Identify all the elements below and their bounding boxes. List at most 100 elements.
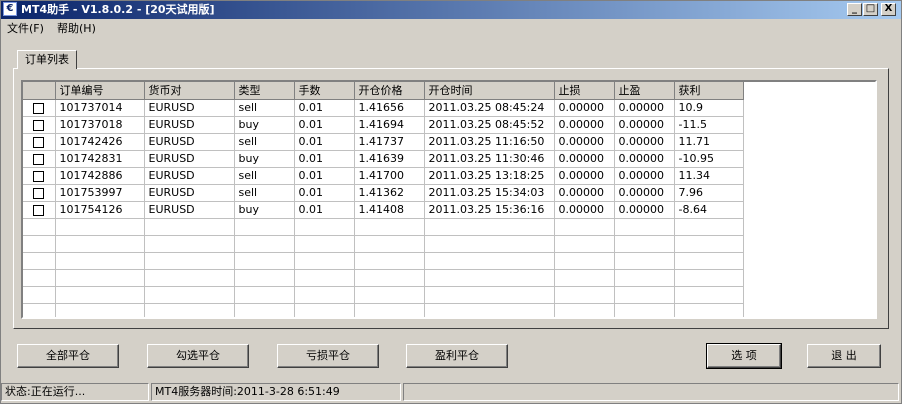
cell-lots: 0.01: [294, 184, 355, 202]
menu-help[interactable]: 帮助(H): [55, 21, 98, 37]
cell-open-time: 2011.03.25 13:18:25: [424, 167, 555, 185]
column-header-open-time[interactable]: 开仓时间: [424, 82, 555, 100]
main-window: € MT4助手 - V1.8.0.2 - [20天试用版] _ □ X 文件(F…: [0, 0, 902, 404]
maximize-button[interactable]: □: [863, 3, 878, 16]
row-checkbox[interactable]: [33, 136, 45, 148]
row-checkbox[interactable]: [33, 204, 45, 216]
row-checkbox[interactable]: [33, 153, 45, 165]
table-row[interactable]: [23, 269, 744, 287]
cell-type: sell: [234, 167, 295, 185]
tab-order-list[interactable]: 订单列表: [17, 50, 77, 69]
table-row[interactable]: [23, 286, 744, 304]
cell-symbol: [144, 303, 235, 317]
row-select-cell: [23, 252, 56, 270]
column-header-order-id[interactable]: 订单编号: [55, 82, 145, 100]
cell-type: sell: [234, 99, 295, 117]
cell-order-id: [55, 218, 145, 236]
app-logo-icon[interactable]: €: [3, 2, 17, 16]
cell-open-time: [424, 286, 555, 304]
cell-open-price: 1.41694: [354, 116, 425, 134]
row-checkbox[interactable]: [33, 170, 45, 182]
menu-file[interactable]: 文件(F): [5, 21, 46, 37]
table-row[interactable]: 101742886 EURUSD sell 0.01 1.41700 2011.03.25…: [23, 167, 744, 185]
cell-open-time: 2011.03.25 11:30:46: [424, 150, 555, 168]
minimize-button[interactable]: _: [847, 3, 862, 16]
cell-profit: [674, 286, 744, 304]
row-checkbox[interactable]: [33, 119, 45, 131]
cell-type: [234, 252, 295, 270]
cell-order-id: [55, 252, 145, 270]
table-row[interactable]: [23, 235, 744, 253]
row-select-cell: [23, 150, 56, 168]
options-button[interactable]: 选 项: [706, 343, 782, 369]
table-row[interactable]: [23, 218, 744, 236]
cell-open-price: [354, 235, 425, 253]
cell-open-price: 1.41656: [354, 99, 425, 117]
cell-profit: [674, 235, 744, 253]
table-row[interactable]: [23, 303, 744, 317]
column-header-type[interactable]: 类型: [234, 82, 295, 100]
column-header-take-profit[interactable]: 止盈: [614, 82, 675, 100]
table-row[interactable]: 101742831 EURUSD buy 0.01 1.41639 2011.03.25 …: [23, 150, 744, 168]
table-row[interactable]: 101737018 EURUSD buy 0.01 1.41694 2011.03.25 …: [23, 116, 744, 134]
cell-open-price: 1.41362: [354, 184, 425, 202]
table-row[interactable]: [23, 252, 744, 270]
cell-open-time: [424, 218, 555, 236]
cell-profit: 10.9: [674, 99, 744, 117]
cell-stop-loss: [554, 235, 615, 253]
table-row[interactable]: 101754126 EURUSD buy 0.01 1.41408 2011.03.25 …: [23, 201, 744, 219]
cell-symbol: EURUSD: [144, 133, 235, 151]
row-select-cell: [23, 133, 56, 151]
cell-profit: [674, 218, 744, 236]
column-header-open-price[interactable]: 开仓价格: [354, 82, 425, 100]
table-row[interactable]: 101737014 EURUSD sell 0.01 1.41656 2011.03.25…: [23, 99, 744, 117]
cell-lots: 0.01: [294, 116, 355, 134]
cell-lots: [294, 252, 355, 270]
row-select-cell: [23, 201, 56, 219]
cell-lots: [294, 218, 355, 236]
column-header-profit[interactable]: 获利: [674, 82, 744, 100]
column-header-symbol[interactable]: 货币对: [144, 82, 235, 100]
row-checkbox[interactable]: [33, 187, 45, 199]
orders-table[interactable]: 订单编号 货币对 类型 手数 开仓价格 开仓时间 止损 止盈 获利 101737…: [21, 80, 877, 319]
cell-take-profit: 0.00000: [614, 116, 675, 134]
cell-open-time: 2011.03.25 15:34:03: [424, 184, 555, 202]
close-all-button[interactable]: 全部平仓: [17, 344, 119, 368]
cell-type: [234, 218, 295, 236]
cell-open-time: [424, 303, 555, 317]
cell-type: [234, 235, 295, 253]
cell-take-profit: [614, 286, 675, 304]
exit-button[interactable]: 退 出: [807, 344, 881, 368]
column-header-select[interactable]: [23, 82, 56, 100]
cell-open-price: 1.41408: [354, 201, 425, 219]
column-header-stop-loss[interactable]: 止损: [554, 82, 615, 100]
cell-order-id: [55, 286, 145, 304]
cell-order-id: 101742426: [55, 133, 145, 151]
table-row[interactable]: 101742426 EURUSD sell 0.01 1.41737 2011.03.25…: [23, 133, 744, 151]
cell-type: buy: [234, 116, 295, 134]
cell-symbol: EURUSD: [144, 167, 235, 185]
close-profit-button[interactable]: 盈利平仓: [406, 344, 508, 368]
cell-profit: -11.5: [674, 116, 744, 134]
cell-type: buy: [234, 201, 295, 219]
cell-symbol: EURUSD: [144, 99, 235, 117]
row-select-cell: [23, 184, 56, 202]
cell-take-profit: [614, 218, 675, 236]
cell-stop-loss: [554, 252, 615, 270]
cell-symbol: [144, 269, 235, 287]
title-bar[interactable]: € MT4助手 - V1.8.0.2 - [20天试用版] _ □ X: [1, 1, 901, 19]
table-row[interactable]: 101753997 EURUSD sell 0.01 1.41362 2011.03.25…: [23, 184, 744, 202]
cell-open-time: 2011.03.25 11:16:50: [424, 133, 555, 151]
status-extra: [403, 383, 899, 401]
close-losing-button[interactable]: 亏损平仓: [277, 344, 379, 368]
cell-stop-loss: [554, 218, 615, 236]
column-header-lots[interactable]: 手数: [294, 82, 355, 100]
cell-lots: 0.01: [294, 133, 355, 151]
close-checked-button[interactable]: 勾选平仓: [147, 344, 249, 368]
table-header: 订单编号 货币对 类型 手数 开仓价格 开仓时间 止损 止盈 获利: [23, 82, 744, 100]
row-checkbox[interactable]: [33, 102, 45, 114]
close-button[interactable]: X: [881, 3, 896, 16]
status-bar: 状态:正在运行... MT4服务器时间:2011-3-28 6:51:49: [1, 381, 901, 403]
cell-open-price: [354, 252, 425, 270]
cell-profit: 11.71: [674, 133, 744, 151]
